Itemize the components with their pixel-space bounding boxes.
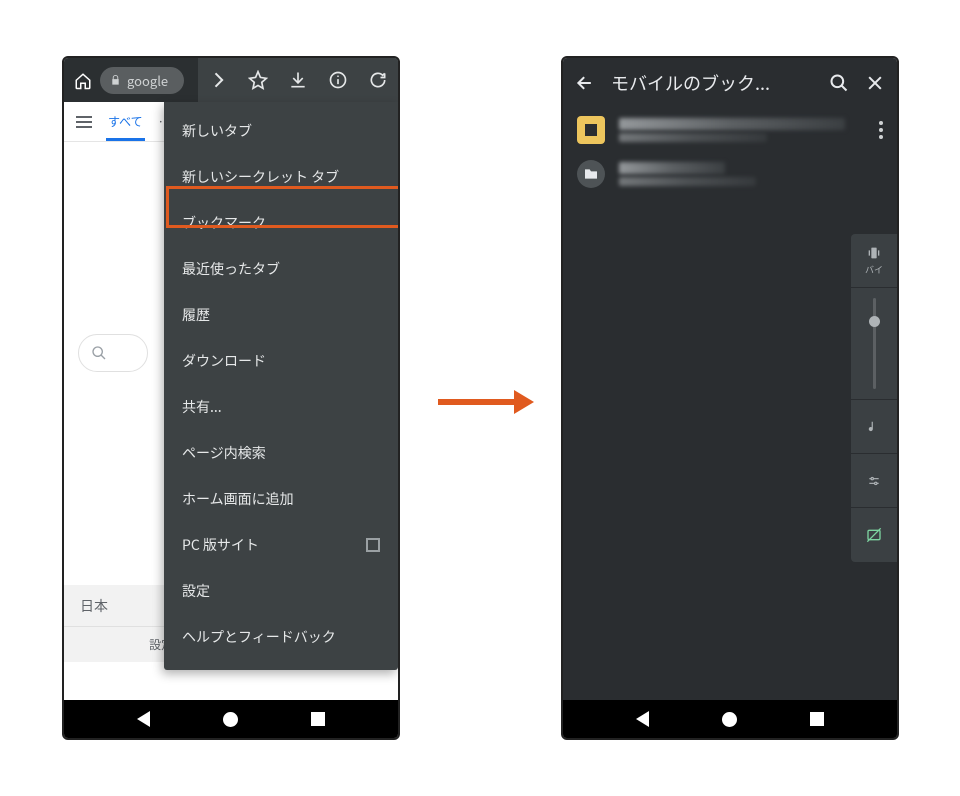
reload-icon[interactable] <box>368 70 388 90</box>
dock-vibration[interactable]: バイ <box>851 234 897 288</box>
phone-left: google すべて ⋯ 日本 設定 プライバ <box>62 56 400 740</box>
search-icon <box>91 345 107 361</box>
menu-item-add-home[interactable]: ホーム画面に追加 <box>164 476 398 522</box>
menu-item-recent-tabs[interactable]: 最近使ったタブ <box>164 246 398 292</box>
menu-item-downloads[interactable]: ダウンロード <box>164 338 398 384</box>
bookmarks-header: モバイルのブック... <box>563 58 897 108</box>
search-icon[interactable] <box>829 73 849 93</box>
bookmarks-title: モバイルのブック... <box>611 70 813 96</box>
side-dock: バイ <box>851 234 897 562</box>
bookmark-item-label <box>619 118 865 142</box>
menu-item-settings[interactable]: 設定 <box>164 568 398 614</box>
bookmark-favicon <box>577 116 605 144</box>
menu-item-desktop-site[interactable]: PC 版サイト <box>164 522 398 568</box>
address-bar[interactable]: google <box>100 67 184 94</box>
menu-item-new-tab[interactable]: 新しいタブ <box>164 108 398 154</box>
nav-back-icon[interactable] <box>636 711 649 727</box>
menu-item-history[interactable]: 履歴 <box>164 292 398 338</box>
phone-right: モバイルのブック... <box>561 56 899 740</box>
chrome-menu: 新しいタブ 新しいシークレット タブ ブックマーク 最近使ったタブ 履歴 ダウン… <box>164 102 398 670</box>
bookmark-item-label <box>619 162 883 186</box>
menu-item-share[interactable]: 共有... <box>164 384 398 430</box>
tab-all[interactable]: すべて <box>106 103 145 141</box>
dock-settings-icon[interactable] <box>851 454 897 508</box>
dock-music-icon[interactable] <box>851 400 897 454</box>
transition-arrow <box>438 394 534 410</box>
home-icon[interactable] <box>74 72 90 88</box>
menu-item-incognito[interactable]: 新しいシークレット タブ <box>164 154 398 200</box>
star-icon[interactable] <box>248 70 268 90</box>
lock-icon <box>110 73 121 87</box>
android-navbar <box>563 700 897 738</box>
menu-item-bookmarks[interactable]: ブックマーク <box>164 200 398 246</box>
android-navbar <box>64 700 398 738</box>
folder-icon <box>577 160 605 188</box>
desktop-checkbox[interactable] <box>366 538 380 552</box>
google-search-field[interactable] <box>78 334 148 372</box>
info-icon[interactable] <box>328 70 348 90</box>
hamburger-icon[interactable] <box>76 116 92 128</box>
menu-icon-row <box>198 58 398 102</box>
bookmark-item-menu-icon[interactable] <box>879 121 883 139</box>
nav-back-icon[interactable] <box>137 711 150 727</box>
bookmarks-screen: モバイルのブック... <box>563 58 897 738</box>
nav-home-icon[interactable] <box>223 712 238 727</box>
dock-volume-slider[interactable] <box>851 288 897 400</box>
forward-icon[interactable] <box>208 70 228 90</box>
close-icon[interactable] <box>865 73 885 93</box>
nav-recents-icon[interactable] <box>810 712 824 726</box>
nav-home-icon[interactable] <box>722 712 737 727</box>
dock-label: バイ <box>865 263 883 276</box>
url-text: google <box>127 71 168 90</box>
menu-item-find[interactable]: ページ内検索 <box>164 430 398 476</box>
dock-cast-off-icon[interactable] <box>851 508 897 562</box>
menu-item-help[interactable]: ヘルプとフィードバック <box>164 614 398 660</box>
download-icon[interactable] <box>288 70 308 90</box>
bookmark-item-1[interactable] <box>563 108 897 152</box>
back-icon[interactable] <box>575 73 595 93</box>
bookmark-item-2[interactable] <box>563 152 897 196</box>
nav-recents-icon[interactable] <box>311 712 325 726</box>
